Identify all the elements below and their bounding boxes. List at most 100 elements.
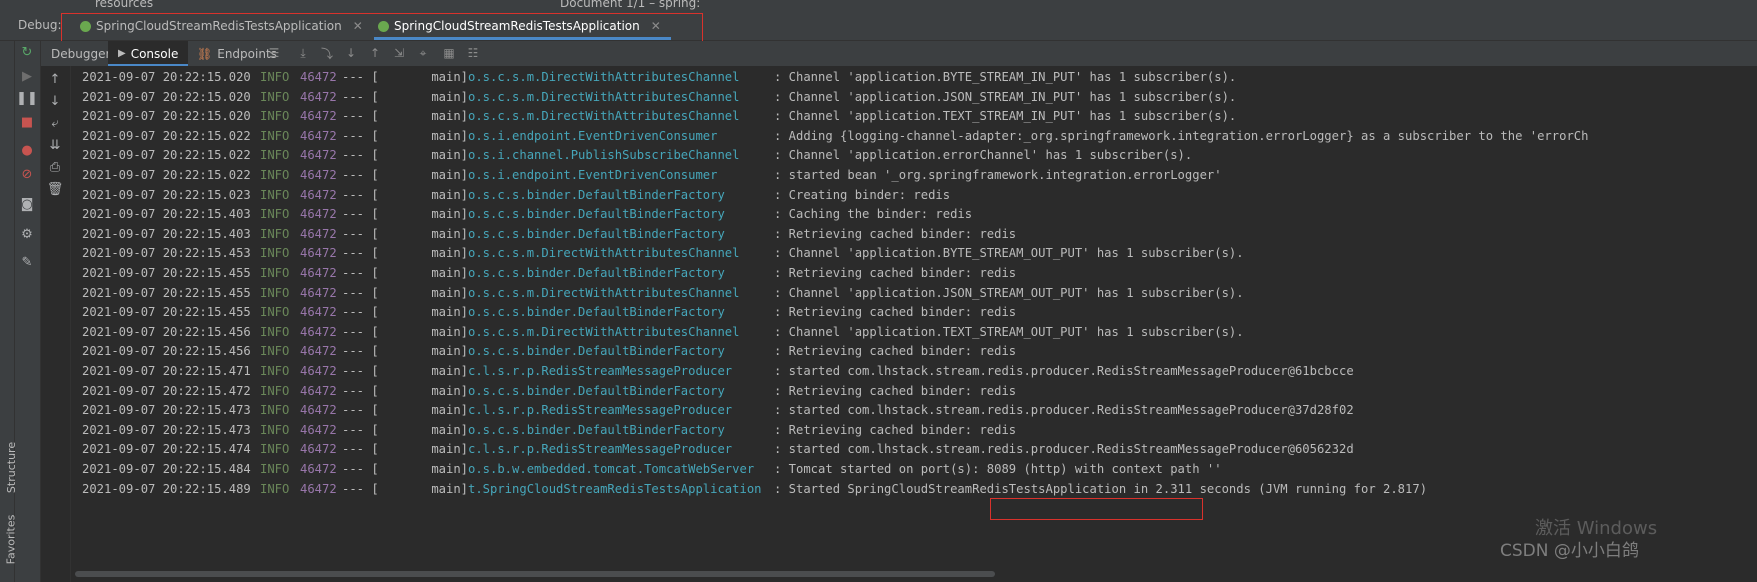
log-timestamp: 2021-09-07 20:22:15.473 bbox=[82, 422, 251, 437]
log-line: 2021-09-07 20:22:15.471 INFO 46472 --- [mai… bbox=[82, 364, 1354, 383]
tab-debugger[interactable]: Debugger bbox=[45, 41, 116, 66]
log-separator: --- [ bbox=[342, 246, 379, 261]
log-pid: 46472 bbox=[300, 246, 337, 261]
log-logger: o.s.c.s.m.DirectWithAttributesChannel bbox=[468, 89, 740, 104]
pin-icon[interactable]: ✎ bbox=[17, 253, 37, 271]
log-line: 2021-09-07 20:22:15.022 INFO 46472 --- [mai… bbox=[82, 129, 1588, 148]
log-timestamp: 2021-09-07 20:22:15.455 bbox=[82, 305, 251, 320]
log-line: 2021-09-07 20:22:15.489 INFO 46472 --- [mai… bbox=[82, 482, 1427, 501]
log-level: INFO bbox=[260, 246, 290, 261]
soft-wrap-icon[interactable]: ⤶ bbox=[45, 114, 65, 132]
rerun-icon[interactable]: ↻ bbox=[17, 43, 37, 61]
show-execution-point-icon[interactable]: ⤓ bbox=[295, 45, 311, 61]
log-thread: main] bbox=[431, 89, 468, 104]
table-icon[interactable]: ▦ bbox=[441, 45, 457, 61]
print-icon[interactable]: ⎙ bbox=[45, 158, 65, 176]
log-message: : Retrieving cached binder: redis bbox=[774, 266, 1017, 280]
log-message: : Channel 'application.TEXT_STREAM_IN_PU… bbox=[774, 109, 1237, 124]
console-icon: ▶ bbox=[118, 48, 126, 59]
log-logger: o.s.c.s.binder.DefaultBinderFactory bbox=[468, 422, 725, 437]
log-line: 2021-09-07 20:22:15.453 INFO 46472 --- [mai… bbox=[82, 246, 1244, 265]
endpoints-icon: ⛓ bbox=[197, 46, 213, 61]
log-level: INFO bbox=[260, 70, 290, 84]
log-level: INFO bbox=[260, 344, 290, 359]
log-separator: --- [ bbox=[342, 305, 379, 320]
log-pid: 46472 bbox=[300, 266, 337, 280]
pause-icon[interactable]: ❚❚ bbox=[16, 89, 38, 107]
log-separator: --- [ bbox=[342, 422, 379, 437]
gear-icon[interactable]: ⚙ bbox=[17, 225, 37, 243]
log-level: INFO bbox=[260, 207, 290, 222]
tab-console[interactable]: ▶ Console bbox=[108, 41, 189, 66]
resume-icon[interactable]: ▶ bbox=[17, 67, 37, 85]
log-logger: o.s.c.s.m.DirectWithAttributesChannel bbox=[468, 246, 740, 261]
log-level: INFO bbox=[260, 187, 290, 202]
run-to-cursor-icon[interactable]: ⇲ bbox=[391, 45, 407, 61]
log-pid: 46472 bbox=[300, 168, 337, 182]
trash-icon[interactable]: 🗑 bbox=[45, 180, 65, 198]
camera-icon[interactable]: ◙ bbox=[17, 195, 37, 213]
log-logger: o.s.c.s.binder.DefaultBinderFactory bbox=[468, 226, 725, 241]
log-level: INFO bbox=[260, 442, 290, 457]
log-line: 2021-09-07 20:22:15.020 INFO 46472 --- [mai… bbox=[82, 90, 1236, 109]
log-line: 2021-09-07 20:22:15.020 INFO 46472 --- [mai… bbox=[82, 109, 1236, 128]
log-line: 2021-09-07 20:22:15.020 INFO 46472 --- [mai… bbox=[82, 70, 1236, 89]
log-level: INFO bbox=[260, 148, 290, 163]
log-line: 2021-09-07 20:22:15.455 INFO 46472 --- [mai… bbox=[82, 266, 1016, 285]
tabs-highlight-box bbox=[61, 13, 703, 43]
log-thread: main] bbox=[431, 364, 468, 378]
log-line: 2021-09-07 20:22:15.455 INFO 46472 --- [mai… bbox=[82, 286, 1244, 305]
log-level: INFO bbox=[260, 285, 290, 300]
tree-item-resources[interactable]: resources bbox=[95, 0, 153, 10]
log-logger: o.s.c.s.m.DirectWithAttributesChannel bbox=[468, 109, 740, 124]
view-breakpoints-icon[interactable]: ● bbox=[17, 141, 37, 159]
evaluate-icon[interactable]: ⌖ bbox=[415, 45, 431, 61]
arrow-up-icon[interactable]: ↑ bbox=[45, 70, 65, 88]
log-line: 2021-09-07 20:22:15.403 INFO 46472 --- [mai… bbox=[82, 227, 1016, 246]
log-level: INFO bbox=[260, 226, 290, 241]
log-pid: 46472 bbox=[300, 207, 337, 222]
log-timestamp: 2021-09-07 20:22:15.403 bbox=[82, 207, 251, 222]
menu-icon[interactable]: ☰ bbox=[266, 45, 282, 61]
log-message: : Adding {logging-channel-adapter:_org.s… bbox=[774, 128, 1589, 143]
log-timestamp: 2021-09-07 20:22:15.020 bbox=[82, 109, 251, 124]
log-thread: main] bbox=[431, 70, 468, 84]
stop-icon[interactable]: ■ bbox=[17, 113, 37, 131]
log-logger: o.s.c.s.m.DirectWithAttributesChannel bbox=[468, 285, 740, 300]
horizontal-scrollbar[interactable] bbox=[71, 566, 1757, 582]
scroll-to-end-icon[interactable]: ⇊ bbox=[45, 136, 65, 154]
log-line: 2021-09-07 20:22:15.022 INFO 46472 --- [mai… bbox=[82, 168, 1222, 187]
log-level: INFO bbox=[260, 109, 290, 124]
log-separator: --- [ bbox=[342, 207, 379, 222]
arrow-down-icon[interactable]: ↓ bbox=[45, 92, 65, 110]
log-thread: main] bbox=[431, 207, 468, 222]
editor-breadcrumb: Document 1/1 – spring: bbox=[560, 0, 701, 10]
log-level: INFO bbox=[260, 128, 290, 143]
log-pid: 46472 bbox=[300, 148, 337, 163]
step-out-icon[interactable]: ↑ bbox=[367, 45, 383, 61]
log-line: 2021-09-07 20:22:15.022 INFO 46472 --- [mai… bbox=[82, 148, 1192, 167]
log-logger: c.l.s.r.p.RedisStreamMessageProducer bbox=[468, 364, 733, 378]
log-thread: main] bbox=[431, 462, 468, 476]
log-logger: o.s.c.s.binder.DefaultBinderFactory bbox=[468, 344, 725, 359]
step-over-icon[interactable]: ⤵ bbox=[319, 45, 335, 61]
log-pid: 46472 bbox=[300, 109, 337, 124]
log-thread: main] bbox=[431, 403, 468, 418]
log-separator: --- [ bbox=[342, 344, 379, 359]
log-level: INFO bbox=[260, 168, 290, 182]
log-thread: main] bbox=[431, 344, 468, 359]
log-logger: o.s.c.s.binder.DefaultBinderFactory bbox=[468, 305, 725, 320]
log-line: 2021-09-07 20:22:15.474 INFO 46472 --- [mai… bbox=[82, 442, 1354, 461]
log-timestamp: 2021-09-07 20:22:15.455 bbox=[82, 266, 251, 280]
log-separator: --- [ bbox=[342, 285, 379, 300]
log-separator: --- [ bbox=[342, 403, 379, 418]
step-into-icon[interactable]: ↓ bbox=[343, 45, 359, 61]
console-output[interactable]: 2021-09-07 20:22:15.020 INFO 46472 --- [ mai… bbox=[71, 66, 1757, 566]
log-pid: 46472 bbox=[300, 403, 337, 418]
scrollbar-thumb[interactable] bbox=[75, 571, 995, 577]
log-pid: 46472 bbox=[300, 383, 337, 398]
mute-breakpoints-icon[interactable]: ⊘ bbox=[17, 165, 37, 183]
layout-icon[interactable]: ☷ bbox=[465, 45, 481, 61]
log-timestamp: 2021-09-07 20:22:15.484 bbox=[82, 462, 251, 476]
log-level: INFO bbox=[260, 305, 290, 320]
